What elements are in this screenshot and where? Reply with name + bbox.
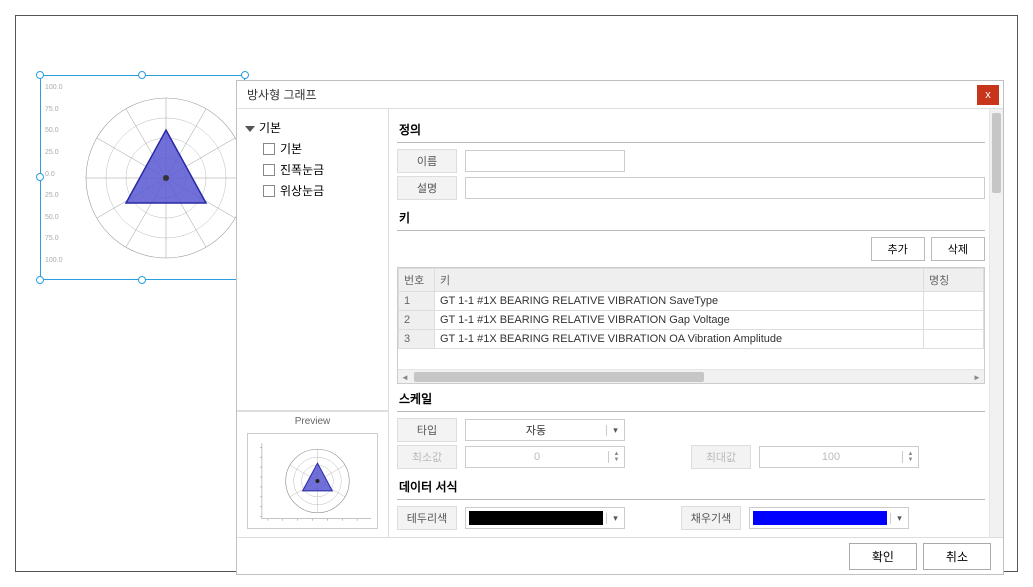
- chevron-down-icon: ▾: [606, 425, 624, 436]
- horizontal-scrollbar[interactable]: ◄ ►: [398, 369, 984, 383]
- dialog-titlebar[interactable]: 방사형 그래프 x: [237, 81, 1003, 109]
- name-input[interactable]: [465, 150, 625, 172]
- desc-label: 설명: [397, 176, 457, 200]
- type-label: 타입: [397, 418, 457, 442]
- desc-input[interactable]: [465, 177, 985, 199]
- table-row[interactable]: 1 GT 1-1 #1X BEARING RELATIVE VIBRATION …: [399, 292, 984, 311]
- tree-item-label: 위상눈금: [280, 182, 324, 199]
- preview-label: Preview: [237, 412, 388, 431]
- resize-handle[interactable]: [241, 71, 249, 79]
- axis-tick: 25.0: [45, 192, 63, 199]
- border-color-combo[interactable]: ▾: [465, 507, 625, 529]
- tree-item-label: 진폭눈금: [280, 161, 324, 178]
- dialog-footer: 확인 취소: [237, 538, 1003, 574]
- checkbox-icon[interactable]: [263, 185, 275, 197]
- spin-down-icon[interactable]: ▼: [609, 457, 624, 463]
- right-pane: 정의 이름 설명 키 추가 삭제: [389, 109, 1003, 537]
- axis-tick: 50.0: [45, 127, 63, 134]
- tree-root-label: 기본: [259, 119, 281, 136]
- fill-color-combo[interactable]: ▾: [749, 507, 909, 529]
- max-spinner[interactable]: 100 ▲▼: [759, 446, 919, 468]
- resize-handle[interactable]: [138, 276, 146, 284]
- keys-table[interactable]: 번호 키 명칭 1 GT 1-1 #1X BEARING RELATIVE VI…: [397, 267, 985, 384]
- tree-item-basic[interactable]: 기본: [263, 138, 380, 159]
- tree-root-basic[interactable]: 기본: [245, 117, 380, 138]
- checkbox-icon[interactable]: [263, 143, 275, 155]
- fill-color-swatch: [753, 511, 887, 525]
- radar-graph-dialog: 방사형 그래프 x 기본 기본 진폭눈금: [236, 80, 1004, 575]
- scroll-thumb[interactable]: [992, 113, 1001, 193]
- axis-tick: 100.0: [45, 84, 63, 91]
- max-value: 100: [760, 451, 902, 463]
- border-color-label: 테두리색: [397, 506, 457, 530]
- tree-item-label: 기본: [280, 140, 302, 157]
- add-button[interactable]: 추가: [871, 237, 925, 261]
- left-pane: 기본 기본 진폭눈금 위상눈금: [237, 109, 389, 537]
- close-icon: x: [985, 89, 991, 101]
- table-row[interactable]: 2 GT 1-1 #1X BEARING RELATIVE VIBRATION …: [399, 311, 984, 330]
- fill-color-label: 채우기색: [681, 506, 741, 530]
- resize-handle[interactable]: [36, 173, 44, 181]
- axis-tick: 25.0: [45, 149, 63, 156]
- section-format-title: 데이터 서식: [397, 472, 985, 499]
- type-combo[interactable]: 자동 ▾: [465, 419, 625, 441]
- chevron-down-icon: ▾: [606, 513, 624, 524]
- tree-item-phase[interactable]: 위상눈금: [263, 180, 380, 201]
- type-value: 자동: [466, 422, 606, 438]
- selected-chart-object[interactable]: 100.0 75.0 50.0 25.0 0.0 25.0 50.0 75.0 …: [40, 75, 245, 280]
- spin-down-icon[interactable]: ▼: [903, 457, 918, 463]
- preview-canvas: [247, 433, 378, 529]
- axis-tick: 100.0: [45, 257, 63, 264]
- axis-tick: 0.0: [45, 171, 63, 178]
- axis-tick: 50.0: [45, 214, 63, 221]
- min-value: 0: [466, 451, 608, 463]
- dialog-title: 방사형 그래프: [247, 86, 977, 103]
- ok-button[interactable]: 확인: [849, 543, 917, 570]
- checkbox-icon[interactable]: [263, 164, 275, 176]
- col-alias[interactable]: 명칭: [924, 269, 984, 292]
- axis-tick: 75.0: [45, 235, 63, 242]
- name-label: 이름: [397, 149, 457, 173]
- tree-item-amplitude[interactable]: 진폭눈금: [263, 159, 380, 180]
- settings-tree: 기본 기본 진폭눈금 위상눈금: [237, 109, 388, 411]
- min-spinner[interactable]: 0 ▲▼: [465, 446, 625, 468]
- max-label: 최대값: [691, 445, 751, 469]
- preview-panel: Preview: [237, 411, 388, 537]
- vertical-scrollbar[interactable]: [989, 109, 1003, 537]
- col-key[interactable]: 키: [435, 269, 924, 292]
- close-button[interactable]: x: [977, 85, 999, 105]
- resize-handle[interactable]: [36, 276, 44, 284]
- col-no[interactable]: 번호: [399, 269, 435, 292]
- section-definition-title: 정의: [397, 115, 985, 142]
- chevron-down-icon: ▾: [890, 513, 908, 524]
- scroll-right-icon[interactable]: ►: [970, 370, 984, 384]
- axis-tick: 75.0: [45, 106, 63, 113]
- chevron-down-icon: [245, 126, 255, 132]
- radar-chart-preview: [81, 86, 256, 271]
- cancel-button[interactable]: 취소: [923, 543, 991, 570]
- table-row[interactable]: 3 GT 1-1 #1X BEARING RELATIVE VIBRATION …: [399, 330, 984, 349]
- scroll-thumb[interactable]: [414, 372, 704, 382]
- resize-handle[interactable]: [138, 71, 146, 79]
- border-color-swatch: [469, 511, 603, 525]
- min-label: 최소값: [397, 445, 457, 469]
- section-scale-title: 스케일: [397, 384, 985, 411]
- delete-button[interactable]: 삭제: [931, 237, 985, 261]
- scroll-left-icon[interactable]: ◄: [398, 370, 412, 384]
- section-keys-title: 키: [397, 203, 985, 230]
- resize-handle[interactable]: [36, 71, 44, 79]
